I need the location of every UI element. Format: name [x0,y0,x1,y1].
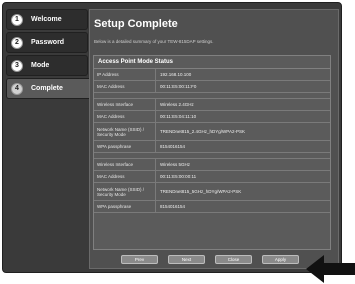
wizard-sidebar: 1 Welcome 2 Password 3 Mode 4 Complete [6,9,92,267]
sidebar-item-label: Complete [31,85,63,92]
sidebar-item-label: Password [31,39,65,46]
wizard-window: 1 Welcome 2 Password 3 Mode 4 Complete S… [2,2,342,273]
sidebar-item-welcome[interactable]: 1 Welcome [6,9,88,30]
row-label: Network Name (SSID) / Security Mode [94,183,156,200]
row-label: Network Name (SSID) / Security Mode [94,123,156,140]
sidebar-item-label: Mode [31,62,50,69]
table-row: IP Address 192.168.10.100 [94,69,330,81]
row-value: 192.168.10.100 [160,72,192,77]
row-value: 00:11:E5:00:00:11 [160,174,197,179]
row-label: WPA passphrase [94,201,156,212]
table-row: MAC Address 00:11:E5:00:11:F0 [94,81,330,93]
sidebar-item-mode[interactable]: 3 Mode [6,55,88,76]
close-button[interactable]: Close [215,255,252,264]
step-number-badge: 1 [11,13,23,26]
step-number-badge: 4 [11,82,23,95]
step-number-badge: 3 [11,59,23,72]
row-label: Wireless Interface [94,99,156,110]
row-label: MAC Address [94,81,156,92]
status-panel: Access Point Mode Status IP Address 192.… [93,55,331,250]
apply-button[interactable]: Apply [262,255,299,264]
row-label: MAC Address [94,111,156,122]
row-value: Wireless 2.4GHz [160,102,194,107]
table-row: Wireless Interface Wireless 2.4GHz [94,99,330,111]
row-label: Wireless Interface [94,159,156,170]
page-title: Setup Complete [94,18,178,30]
sidebar-item-complete[interactable]: 4 Complete [6,78,92,99]
table-row: WPA passphrase 8154016154 [94,201,330,213]
row-label: IP Address [94,69,156,80]
row-value: 00:11:E5:00:11:F0 [160,84,197,89]
row-value: 00:11:E5:04:11:10 [160,114,197,119]
row-value: TRENDnet815_5GHz_hDYg/WPA2-PSK [160,189,242,194]
table-row: MAC Address 00:11:E5:04:11:10 [94,111,330,123]
table-row: Wireless Interface Wireless 5GHz [94,159,330,171]
row-value: TRENDnet815_2.4GHz_hDYg/WPA2-PSK [160,129,245,134]
step-number-badge: 2 [11,36,23,49]
row-label: WPA passphrase [94,141,156,152]
sidebar-item-label: Welcome [31,16,62,23]
sidebar-item-password[interactable]: 2 Password [6,32,88,53]
pointer-arrow-icon [306,255,355,283]
table-row: WPA passphrase 8154016154 [94,141,330,153]
table-row: Network Name (SSID) / Security Mode TREN… [94,183,330,201]
button-bar: Prev Next Close Apply [121,255,299,264]
prev-button[interactable]: Prev [121,255,158,264]
row-label: MAC Address [94,171,156,182]
table-row: MAC Address 00:11:E5:00:00:11 [94,171,330,183]
row-value: 8154016154 [160,204,186,209]
panel-title: Access Point Mode Status [94,56,330,69]
main-content: Setup Complete Below is a detailed summa… [89,9,339,269]
row-value: Wireless 5GHz [160,162,191,167]
next-button[interactable]: Next [168,255,205,264]
table-row: Network Name (SSID) / Security Mode TREN… [94,123,330,141]
row-value: 8154016154 [160,144,186,149]
page-subtitle: Below is a detailed summary of your TEW-… [94,39,214,44]
